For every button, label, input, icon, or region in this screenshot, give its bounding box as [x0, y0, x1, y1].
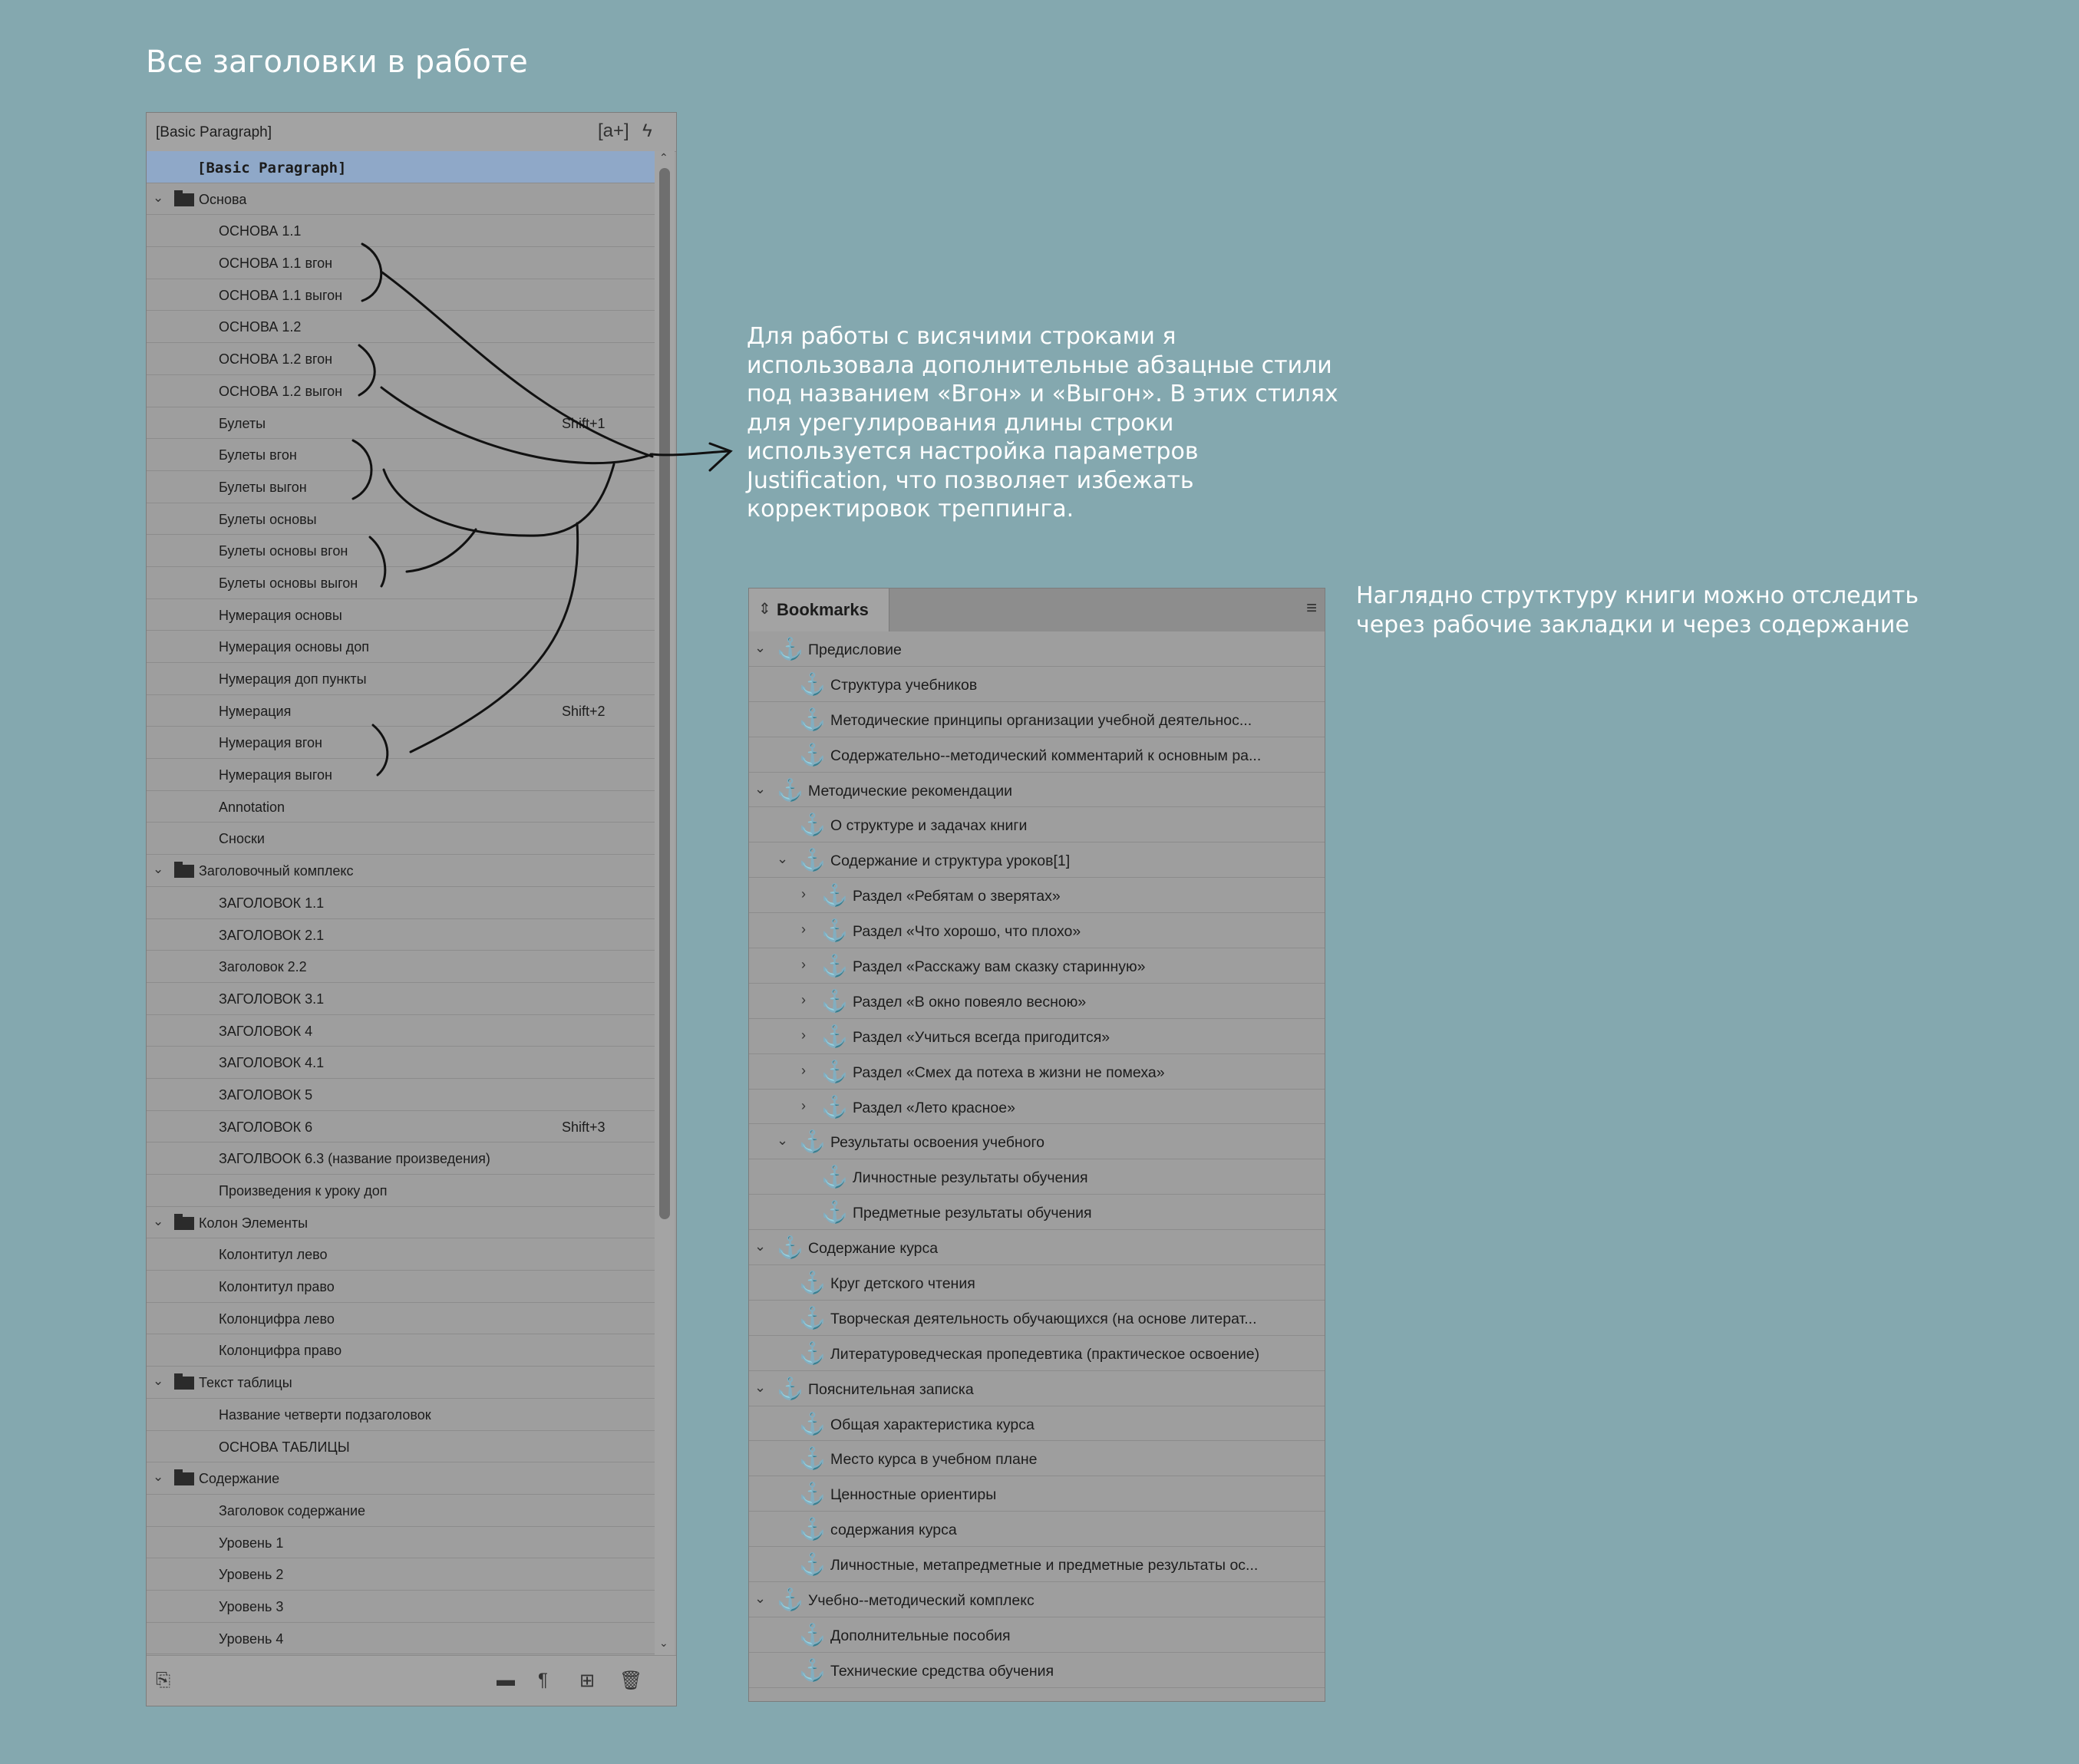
curve-4 — [405, 528, 477, 573]
bracket-numeracia — [371, 724, 389, 776]
curve-main-arrow — [649, 450, 731, 457]
bracket-osnova-1-1 — [361, 242, 383, 302]
curve-5 — [409, 522, 579, 753]
bracket-osnova-1-2 — [358, 344, 376, 397]
curve-3 — [382, 463, 615, 537]
annotation-curves — [351, 242, 733, 776]
curve-1 — [381, 271, 654, 458]
arrow-head — [708, 442, 733, 472]
bracket-bulety-osnovy — [368, 536, 387, 588]
bracket-bulety — [351, 439, 373, 500]
curve-2 — [380, 386, 654, 465]
